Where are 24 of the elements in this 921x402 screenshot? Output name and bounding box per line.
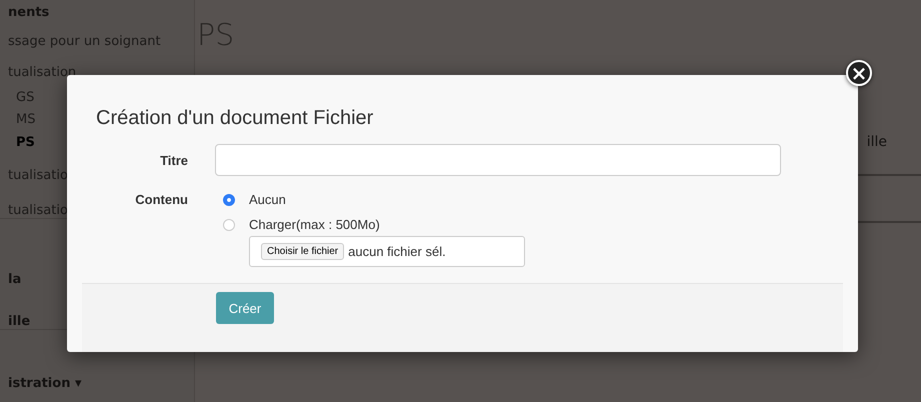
sidebar-item[interactable]: ille: [8, 314, 30, 329]
sidebar-item[interactable]: GS: [16, 90, 34, 105]
sidebar-item[interactable]: la: [8, 272, 22, 287]
radio-label: Charger(max : 500Mo): [249, 217, 380, 232]
title-input[interactable]: [215, 144, 781, 176]
sidebar-item[interactable]: ssage pour un soignant: [8, 34, 161, 49]
field-label: Contenu: [134, 191, 188, 209]
sidebar-item[interactable]: tualisatio: [8, 203, 68, 218]
file-input[interactable]: Choisir le fichier aucun fichier sél.: [249, 236, 525, 267]
create-button[interactable]: Créer: [216, 292, 274, 324]
sidebar-item[interactable]: PS: [16, 135, 35, 150]
sidebar-item[interactable]: istration ▾: [8, 376, 82, 391]
field-label: Titre: [159, 152, 188, 170]
radio-label: Aucun: [249, 192, 286, 207]
sidebar-item[interactable]: nents: [8, 5, 50, 20]
radio-button[interactable]: [223, 218, 235, 230]
sidebar-item[interactable]: tualisation: [8, 65, 76, 80]
sidebar-item[interactable]: MS: [16, 112, 36, 127]
file-status: aucun fichier sél.: [348, 244, 446, 259]
modal-title: Création d'un document Fichier: [96, 107, 374, 130]
nav-text: ille: [866, 134, 887, 150]
sidebar-item[interactable]: tualisatio: [8, 168, 68, 183]
radio-button[interactable]: [223, 194, 235, 206]
choose-file-button[interactable]: Choisir le fichier: [261, 243, 344, 260]
